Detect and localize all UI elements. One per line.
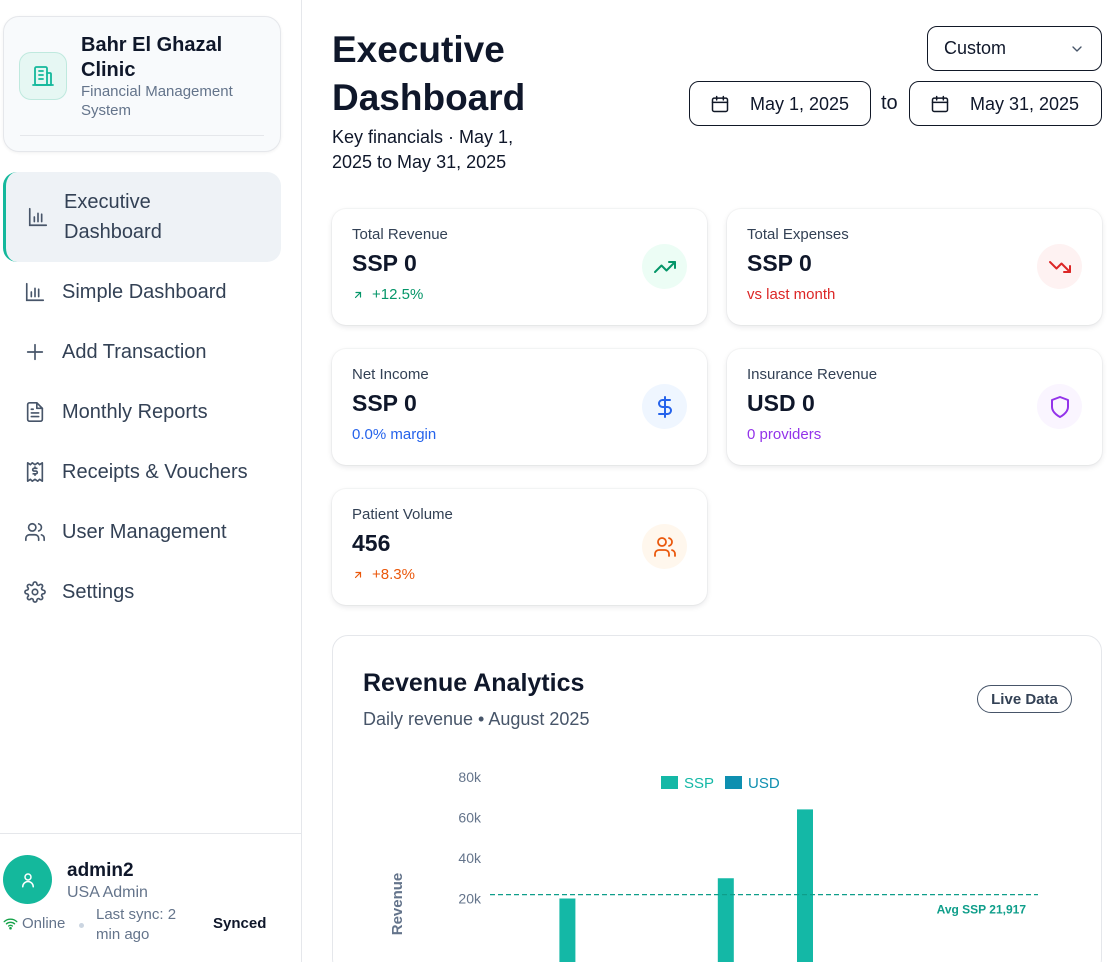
card-delta: 0 providers bbox=[747, 426, 821, 443]
card-value: USD 0 bbox=[747, 390, 815, 416]
chevron-down-icon bbox=[1072, 46, 1082, 52]
sidebar-item-simple-dashboard[interactable]: Simple Dashboard bbox=[3, 264, 281, 320]
arrow-up-right-icon bbox=[354, 571, 362, 578]
separator-dot bbox=[79, 923, 84, 928]
card-label: Insurance Revenue bbox=[747, 366, 878, 383]
date-from-button[interactable]: May 1, 2025 bbox=[689, 81, 871, 126]
sidebar-item-executive-dashboard[interactable]: Executive Dashboard bbox=[3, 172, 281, 262]
y-axis-label: Revenue bbox=[389, 873, 406, 936]
card-label: Patient Volume bbox=[352, 506, 453, 523]
to-label: to bbox=[881, 92, 898, 114]
card-delta-text: 0.0% margin bbox=[352, 426, 437, 443]
sidebar-item-label: Settings bbox=[62, 580, 135, 603]
sidebar-item-label: User Management bbox=[62, 520, 227, 543]
page-subtitle: Key financials · May 1, 2025 to May 31, … bbox=[332, 127, 514, 172]
average-line-label: Avg SSP 21,917 bbox=[937, 903, 1027, 917]
legend-label: SSP bbox=[684, 775, 714, 792]
card-delta: +12.5% bbox=[352, 286, 423, 303]
card-label: Total Revenue bbox=[352, 226, 448, 243]
date-to-label: May 31, 2025 bbox=[970, 94, 1080, 114]
y-tick-label: 80k bbox=[458, 769, 482, 785]
trending-up-icon bbox=[642, 244, 687, 289]
legend-swatch bbox=[661, 776, 678, 789]
bar-chart-icon bbox=[26, 205, 50, 229]
user-panel: admin2 USA Admin Online Last sync: 2 min… bbox=[0, 833, 302, 962]
divider bbox=[20, 135, 264, 136]
card-delta: 0.0% margin bbox=[352, 426, 436, 443]
wifi-icon bbox=[3, 918, 18, 930]
date-range-select[interactable]: Custom bbox=[927, 26, 1102, 71]
bar-ssp bbox=[717, 878, 734, 962]
date-to-button[interactable]: May 31, 2025 bbox=[909, 81, 1102, 126]
shield-icon bbox=[1037, 384, 1082, 429]
legend-label: USD bbox=[748, 775, 780, 792]
receipt-icon bbox=[23, 460, 47, 484]
page-title: Executive Dashboard bbox=[332, 29, 526, 118]
file-text-icon bbox=[23, 400, 47, 424]
arrow-up-right-icon bbox=[354, 291, 362, 298]
calendar-icon bbox=[931, 95, 949, 113]
kpi-card-insurance-revenue[interactable]: Insurance Revenue USD 0 0 providers bbox=[727, 349, 1102, 465]
sync-state: Synced bbox=[213, 915, 267, 932]
card-label: Total Expenses bbox=[747, 226, 849, 243]
dollar-icon bbox=[642, 384, 687, 429]
sidebar-item-label: Add Transaction bbox=[62, 340, 207, 363]
avatar[interactable] bbox=[3, 855, 52, 904]
legend-swatch bbox=[725, 776, 742, 789]
card-delta-text: vs last month bbox=[747, 286, 836, 303]
users-icon bbox=[23, 520, 47, 544]
online-label: Online bbox=[22, 915, 66, 932]
calendar-icon bbox=[711, 95, 729, 113]
card-delta-text: +12.5% bbox=[372, 286, 424, 303]
sidebar-item-label: Simple Dashboard bbox=[62, 280, 227, 303]
gear-icon bbox=[23, 580, 47, 604]
card-delta: vs last month bbox=[747, 286, 835, 303]
sidebar-item-label: Receipts & Vouchers bbox=[62, 460, 248, 483]
card-delta-text: +8.3% bbox=[372, 566, 415, 583]
y-tick-label: 60k bbox=[458, 810, 482, 826]
y-tick-label: 40k bbox=[458, 850, 482, 866]
card-value: SSP 0 bbox=[747, 250, 812, 276]
sidebar-item-receipts-vouchers[interactable]: Receipts & Vouchers bbox=[3, 444, 281, 500]
card-value: SSP 0 bbox=[352, 390, 417, 416]
kpi-card-total-expenses[interactable]: Total Expenses SSP 0 vs last month bbox=[727, 209, 1102, 325]
bar-chart-icon bbox=[23, 280, 47, 304]
sidebar-item-user-management[interactable]: User Management bbox=[3, 504, 281, 560]
sidebar-item-label: Executive Dashboard bbox=[64, 191, 162, 243]
card-delta-text: 0 providers bbox=[747, 426, 822, 443]
date-range-value: Custom bbox=[944, 38, 1007, 58]
y-tick-label: 20k bbox=[458, 891, 482, 907]
sidebar: Bahr El Ghazal Clinic Financial Manageme… bbox=[0, 0, 302, 962]
sidebar-item-add-transaction[interactable]: Add Transaction bbox=[3, 324, 281, 380]
sidebar-item-settings[interactable]: Settings bbox=[3, 564, 281, 620]
card-label: Net Income bbox=[352, 366, 429, 383]
sidebar-item-label: Monthly Reports bbox=[62, 400, 208, 423]
last-sync: Last sync: 2 min ago bbox=[96, 906, 177, 943]
kpi-card-total-revenue[interactable]: Total Revenue SSP 0 +12.5% bbox=[332, 209, 707, 325]
online-status: Online bbox=[3, 915, 65, 932]
brand-name: Bahr El Ghazal Clinic bbox=[81, 34, 223, 81]
plus-icon bbox=[23, 340, 47, 364]
card-value: 456 bbox=[352, 530, 391, 556]
date-from-label: May 1, 2025 bbox=[750, 94, 850, 114]
brand-subtitle: Financial Management System bbox=[81, 83, 233, 119]
revenue-analytics-panel: Revenue Analytics Daily revenue • August… bbox=[332, 635, 1102, 962]
sidebar-item-monthly-reports[interactable]: Monthly Reports bbox=[3, 384, 281, 440]
card-value: SSP 0 bbox=[352, 250, 417, 276]
brand-card: Bahr El Ghazal Clinic Financial Manageme… bbox=[3, 16, 281, 152]
kpi-card-patient-volume[interactable]: Patient Volume 456 +8.3% bbox=[332, 489, 707, 605]
user-role: USA Admin bbox=[67, 884, 148, 901]
card-delta: +8.3% bbox=[352, 566, 415, 583]
user-name: admin2 bbox=[67, 860, 134, 881]
users-icon bbox=[642, 524, 687, 569]
bar-ssp bbox=[797, 809, 813, 962]
building-icon bbox=[19, 52, 67, 100]
revenue-chart: SSP USD 80k 60k 40k 20k Revenue Avg SSP 21,917 bbox=[389, 769, 1038, 962]
bar-ssp bbox=[559, 898, 576, 962]
kpi-card-net-income[interactable]: Net Income SSP 0 0.0% margin bbox=[332, 349, 707, 465]
trending-down-icon bbox=[1037, 244, 1082, 289]
